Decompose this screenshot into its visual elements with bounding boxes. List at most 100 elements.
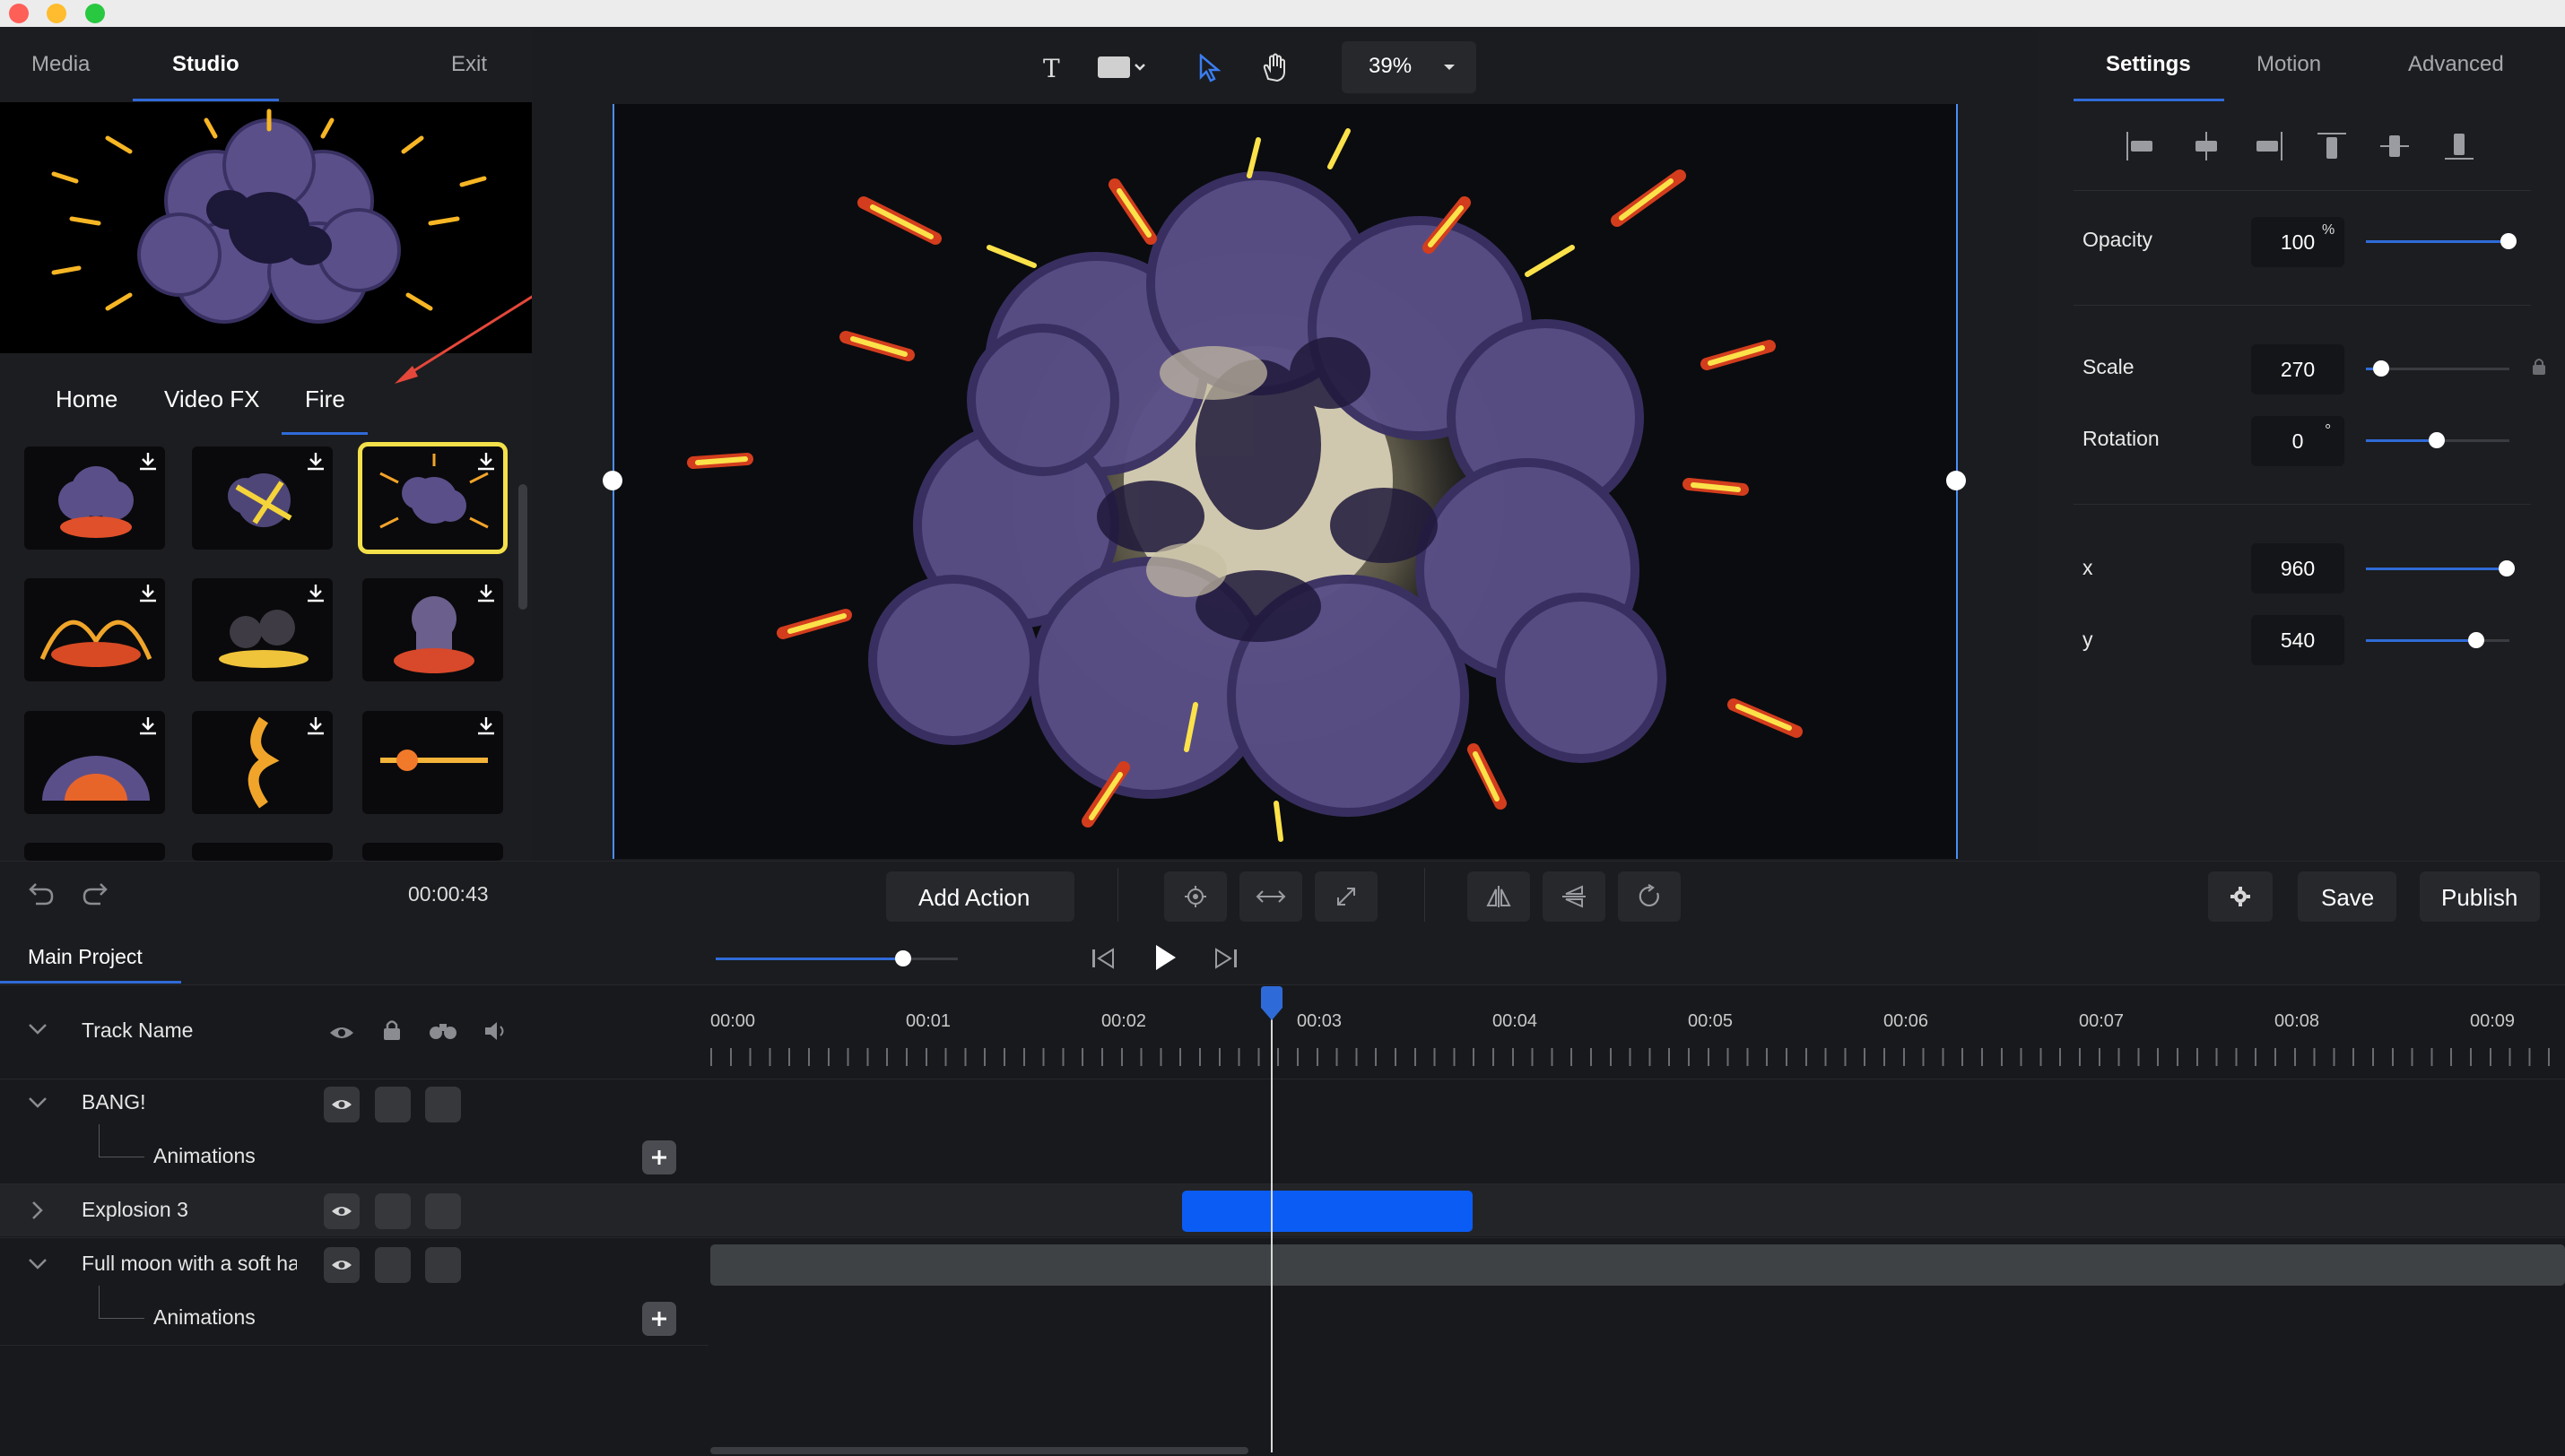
solo-toggle[interactable] (425, 1087, 461, 1122)
play-icon[interactable] (1152, 941, 1178, 974)
asset-thumbnail[interactable] (362, 843, 503, 861)
resize-handle-left[interactable] (603, 471, 622, 490)
expand-button[interactable] (1315, 871, 1378, 922)
scale-slider-knob[interactable] (2373, 360, 2389, 377)
time-ruler[interactable]: 00:00 00:01 00:02 00:03 00:04 00:05 00:0… (710, 1009, 2565, 1080)
asset-thumbnail[interactable] (362, 578, 503, 681)
align-left-icon[interactable] (2124, 130, 2156, 162)
download-icon[interactable] (136, 450, 160, 473)
fit-width-button[interactable] (1239, 871, 1302, 922)
zoom-dropdown[interactable]: 39% (1342, 41, 1476, 93)
download-icon[interactable] (136, 715, 160, 738)
scale-input[interactable]: 270 (2251, 344, 2344, 394)
solo-toggle[interactable] (425, 1193, 461, 1229)
skip-back-icon[interactable] (1090, 946, 1117, 971)
align-middle-icon[interactable] (2378, 130, 2411, 162)
chevron-right-icon[interactable] (30, 1200, 45, 1221)
save-button[interactable]: Save (2298, 871, 2396, 922)
asset-thumbnail[interactable] (24, 578, 165, 681)
asset-thumbnail[interactable] (24, 446, 165, 550)
x-input[interactable]: 960 (2251, 543, 2344, 594)
visibility-toggle[interactable] (324, 1087, 360, 1122)
asset-thumbnail[interactable] (24, 711, 165, 814)
settings-button[interactable] (2208, 871, 2273, 922)
lock-toggle[interactable] (375, 1087, 411, 1122)
playhead-handle[interactable] (1258, 986, 1285, 1022)
tab-studio[interactable]: Studio (172, 27, 239, 102)
solo-toggle[interactable] (425, 1247, 461, 1283)
download-icon[interactable] (304, 450, 327, 473)
tab-main-project[interactable]: Main Project (28, 945, 143, 969)
download-icon[interactable] (474, 715, 498, 738)
clip-full-moon[interactable] (710, 1244, 2565, 1286)
add-action-button[interactable]: Add Action (886, 871, 1074, 922)
category-fire[interactable]: Fire (305, 380, 345, 418)
tab-advanced[interactable]: Advanced (2408, 27, 2504, 102)
redo-icon[interactable] (81, 880, 109, 906)
add-animation-button[interactable] (642, 1302, 676, 1336)
category-home[interactable]: Home (56, 380, 117, 418)
resize-handle-right[interactable] (1946, 471, 1966, 490)
asset-thumbnail[interactable] (24, 843, 165, 861)
lock-toggle[interactable] (375, 1247, 411, 1283)
select-tool-icon[interactable] (1198, 54, 1222, 82)
asset-thumbnail[interactable] (362, 711, 503, 814)
chevron-down-icon[interactable] (27, 1096, 48, 1110)
exit-button[interactable]: Exit (451, 27, 487, 102)
binoculars-icon[interactable] (429, 1020, 457, 1040)
track-name[interactable]: Explosion 3 (82, 1198, 188, 1222)
align-right-icon[interactable] (2253, 130, 2285, 162)
opacity-slider-knob[interactable] (2500, 233, 2517, 249)
volume-icon[interactable] (483, 1020, 509, 1042)
timeline-zoom-knob[interactable] (895, 950, 911, 966)
text-tool-icon[interactable]: T (1043, 54, 1066, 83)
visibility-toggle[interactable] (324, 1193, 360, 1229)
asset-scrollbar[interactable] (518, 484, 527, 610)
x-slider-knob[interactable] (2499, 560, 2515, 576)
hand-tool-icon[interactable] (1261, 52, 1288, 82)
chevron-down-icon[interactable] (1134, 63, 1146, 72)
close-window-button[interactable] (9, 4, 29, 23)
asset-thumbnail[interactable] (192, 843, 333, 861)
download-icon[interactable] (474, 450, 498, 473)
lock-icon[interactable] (382, 1018, 402, 1042)
eye-icon[interactable] (328, 1024, 355, 1042)
visibility-toggle[interactable] (324, 1247, 360, 1283)
asset-thumbnail[interactable] (192, 711, 333, 814)
add-animation-button[interactable] (642, 1140, 676, 1174)
shape-tool-icon[interactable] (1098, 56, 1130, 78)
tab-motion[interactable]: Motion (2256, 27, 2321, 102)
lock-toggle[interactable] (375, 1193, 411, 1229)
flip-horizontal-button[interactable] (1467, 871, 1530, 922)
download-icon[interactable] (304, 715, 327, 738)
rotation-slider-knob[interactable] (2429, 432, 2445, 448)
download-icon[interactable] (474, 582, 498, 605)
align-bottom-icon[interactable] (2443, 130, 2475, 162)
download-icon[interactable] (136, 582, 160, 605)
chevron-down-icon[interactable] (27, 1022, 48, 1036)
rotate-button[interactable] (1618, 871, 1681, 922)
asset-thumbnail-selected[interactable] (358, 442, 508, 554)
y-input[interactable]: 540 (2251, 615, 2344, 665)
publish-button[interactable]: Publish (2420, 871, 2540, 922)
asset-thumbnail[interactable] (192, 578, 333, 681)
chevron-down-icon[interactable] (27, 1257, 48, 1271)
track-name[interactable]: Full moon with a soft ha (82, 1252, 297, 1276)
category-video-fx[interactable]: Video FX (164, 380, 259, 418)
track-name[interactable]: BANG! (82, 1090, 146, 1114)
tab-settings[interactable]: Settings (2106, 27, 2191, 102)
video-stage[interactable] (613, 104, 1956, 859)
skip-forward-icon[interactable] (1213, 946, 1239, 971)
target-button[interactable] (1164, 871, 1227, 922)
y-slider-knob[interactable] (2468, 632, 2484, 648)
maximize-window-button[interactable] (85, 4, 105, 23)
align-center-icon[interactable] (2190, 130, 2222, 162)
lock-icon[interactable] (2531, 357, 2547, 377)
flip-vertical-button[interactable] (1543, 871, 1605, 922)
download-icon[interactable] (304, 582, 327, 605)
clip-explosion-3[interactable] (1182, 1191, 1473, 1232)
undo-icon[interactable] (27, 880, 56, 906)
align-top-icon[interactable] (2316, 130, 2348, 162)
tab-media[interactable]: Media (31, 27, 90, 102)
minimize-window-button[interactable] (47, 4, 66, 23)
